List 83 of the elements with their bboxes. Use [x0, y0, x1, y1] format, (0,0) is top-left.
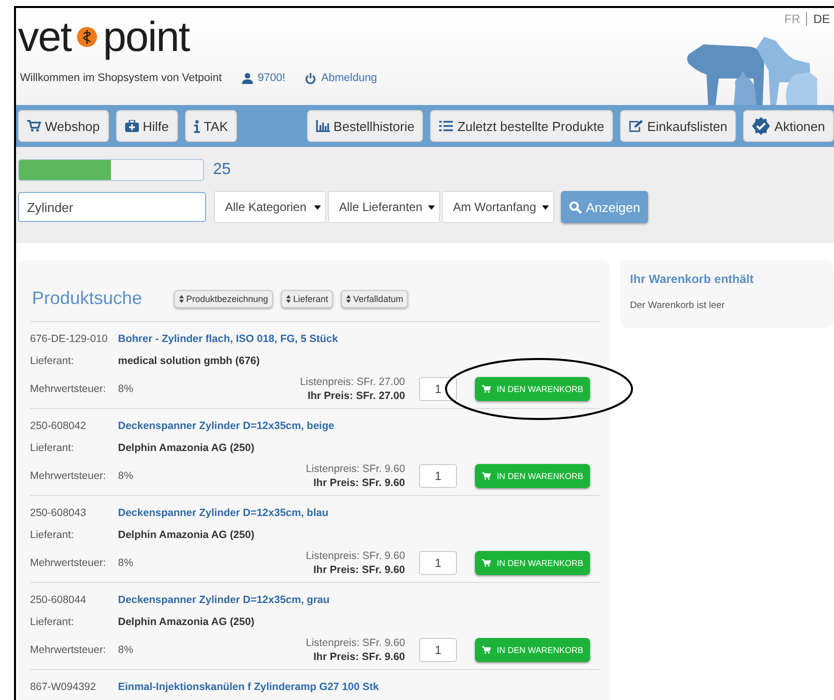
supplier-name: medical solution gmbh (676) — [118, 355, 260, 367]
list-price: Listenpreis: SFr. 9.60 — [306, 463, 406, 475]
user-icon — [242, 72, 253, 84]
supplier-label: Lieferant: — [30, 616, 75, 628]
quantity-field[interactable]: 1 — [419, 551, 458, 575]
product-code: 250-608043 — [30, 507, 88, 519]
medkit-icon — [124, 120, 139, 132]
sort-icon — [346, 294, 352, 302]
user-link[interactable]: 9700! — [242, 72, 286, 84]
logout-link[interactable]: Abmeldung — [305, 72, 377, 84]
product-link[interactable]: Deckenspanner Zylinder D=12x35cm, beige — [118, 420, 334, 432]
quantity-field[interactable]: 1 — [419, 638, 458, 662]
caret-icon — [542, 204, 549, 210]
product-code: 250-608042 — [30, 420, 88, 432]
supplier-label: Lieferant: — [30, 442, 75, 454]
your-price: Ihr Preis: SFr. 9.60 — [313, 651, 406, 663]
product-code: 250-608044 — [30, 594, 88, 606]
caret-icon — [314, 204, 321, 210]
your-price: Ihr Preis: SFr. 27.00 — [308, 390, 406, 402]
result-count: 25 — [213, 161, 231, 179]
vat-label: Mehrwertsteuer: — [30, 644, 107, 656]
power-icon — [305, 72, 316, 84]
vat-value: 8% — [118, 470, 134, 482]
logo-text: vet — [18, 16, 72, 58]
supplier-name: Delphin Amazonia AG (250) — [118, 616, 254, 628]
vat-label: Mehrwertsteuer: — [30, 470, 107, 482]
product-link[interactable]: Bohrer - Zylinder flach, ISO 018, FG, 5 Stück — [118, 333, 338, 345]
nav-button[interactable]: Zuletzt bestellte Produkte — [430, 110, 614, 142]
product-link[interactable]: Deckenspanner Zylinder D=12x35cm, blau — [118, 507, 328, 519]
cart-icon — [482, 646, 491, 654]
edit-icon — [629, 120, 644, 132]
nav-button[interactable]: Aktionen — [743, 110, 834, 142]
product-link[interactable]: Einmal-Injektionskanülen f Zylinderamp G27 100 Stk — [118, 681, 379, 693]
nav-button[interactable]: Bestellhistorie — [306, 110, 424, 142]
nav-button[interactable]: Webshop — [18, 110, 109, 142]
logo-icon — [77, 27, 98, 47]
dropdown[interactable]: Alle Lieferanten — [328, 191, 440, 223]
cart-icon — [482, 385, 491, 393]
sort-icon — [286, 294, 292, 302]
product-code: 867-W094392 — [30, 681, 97, 693]
cart-icon — [482, 559, 491, 567]
dropdown[interactable]: Am Wortanfang — [442, 191, 554, 223]
list-price: Listenpreis: SFr. 9.60 — [306, 550, 406, 562]
vat-value: 8% — [118, 557, 134, 569]
product-link[interactable]: Deckenspanner Zylinder D=12x35cm, grau — [118, 594, 330, 606]
vat-label: Mehrwertsteuer: — [30, 557, 107, 569]
nav-button[interactable]: TAK — [184, 110, 238, 142]
quantity-field[interactable]: 1 — [419, 377, 458, 401]
list-price: Listenpreis: SFr. 9.60 — [306, 637, 406, 649]
welcome-text: Willkommen im Shopsystem von Vetpoint — [20, 72, 222, 84]
nav-button[interactable]: Hilfe — [116, 110, 178, 142]
sort-button[interactable]: Verfalldatum — [341, 290, 408, 308]
product-code: 676-DE-129-010 — [30, 333, 109, 345]
nav-button[interactable]: Einkaufslisten — [620, 110, 736, 142]
supplier-label: Lieferant: — [30, 355, 75, 367]
vat-value: 8% — [118, 644, 134, 656]
info-icon — [194, 120, 200, 132]
caret-icon — [428, 204, 435, 210]
cart-icon — [27, 120, 41, 132]
dropdown[interactable]: Alle Kategorien — [214, 191, 326, 223]
logo-text: point — [103, 16, 190, 58]
vat-value: 8% — [118, 383, 134, 395]
supplier-name: Delphin Amazonia AG (250) — [118, 529, 254, 541]
supplier-label: Lieferant: — [30, 529, 75, 541]
list-icon — [439, 120, 454, 132]
cart-empty-text: Der Warenkorb ist leer — [630, 300, 726, 311]
vat-label: Mehrwertsteuer: — [30, 383, 107, 395]
cart-title: Ihr Warenkorb enthält — [630, 272, 755, 286]
cart-icon — [482, 472, 491, 480]
list-price: Listenpreis: SFr. 27.00 — [300, 376, 406, 388]
search-field[interactable]: Zylinder — [18, 192, 206, 222]
sort-button[interactable]: Produktbezeichnung — [174, 290, 274, 308]
your-price: Ihr Preis: SFr. 9.60 — [313, 564, 406, 576]
sort-button[interactable]: Lieferant — [281, 290, 334, 308]
your-price: Ihr Preis: SFr. 9.60 — [313, 477, 406, 489]
quantity-field[interactable]: 1 — [419, 464, 458, 488]
section-title: Produktsuche — [32, 288, 142, 309]
sort-icon — [179, 294, 184, 302]
search-icon — [569, 200, 582, 214]
check-badge-icon — [752, 117, 770, 135]
supplier-name: Delphin Amazonia AG (250) — [118, 442, 254, 454]
language-link[interactable]: DE — [806, 12, 830, 26]
bar-chart-icon — [316, 120, 330, 132]
